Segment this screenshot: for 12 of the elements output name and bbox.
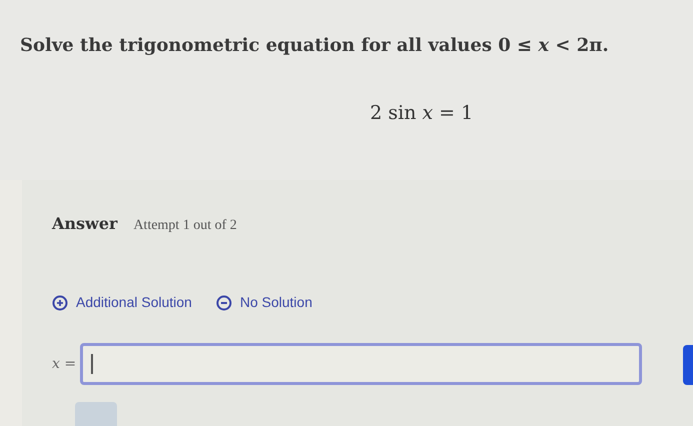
pi-key[interactable] <box>75 402 117 426</box>
submit-button[interactable] <box>683 345 693 385</box>
field-label: x = <box>52 354 76 374</box>
answer-input[interactable] <box>80 343 642 385</box>
answer-heading: Answer <box>52 213 118 235</box>
additional-solution-button[interactable]: Additional Solution <box>52 292 192 313</box>
attempt-counter: Attempt 1 out of 2 <box>133 217 237 235</box>
question-prompt: Solve the trigonometric equation for all values 0 ≤ x < 2π. <box>20 34 610 58</box>
minus-circle-icon <box>216 294 232 310</box>
no-solution-button[interactable]: No Solution <box>216 292 312 313</box>
equation: 2 sin x = 1 <box>370 101 474 126</box>
plus-circle-icon <box>52 294 68 310</box>
